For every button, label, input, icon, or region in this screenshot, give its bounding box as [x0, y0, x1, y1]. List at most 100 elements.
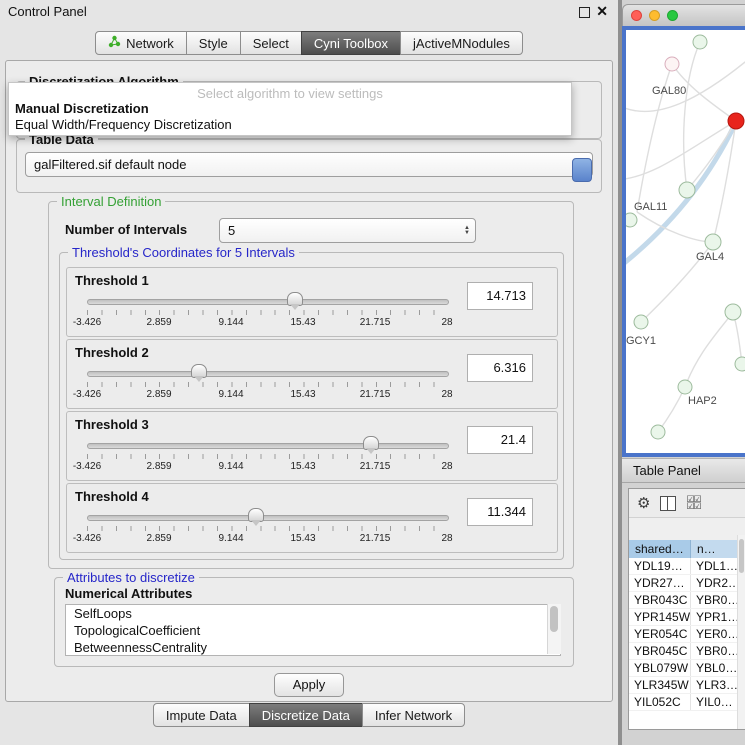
network-tab-icon — [108, 35, 121, 51]
table-row[interactable]: YBR043CYBR0… — [629, 592, 745, 609]
tab-discretize-data[interactable]: Discretize Data — [249, 703, 363, 727]
zoom-traffic-light-icon[interactable] — [667, 10, 678, 21]
network-node[interactable] — [735, 357, 745, 371]
algorithm-combo-fragment[interactable] — [572, 158, 592, 182]
threshold-value-field[interactable]: 6.316 — [467, 354, 533, 382]
slider-thumb-icon[interactable] — [248, 508, 264, 522]
threshold-label: Threshold 3 — [75, 417, 149, 432]
group-title: Interval Definition — [57, 194, 165, 209]
network-node-label: GCY1 — [626, 335, 656, 347]
tick-label: 9.144 — [218, 461, 243, 472]
slider-tick-labels: -3.4262.8599.14415.4321.71528 — [67, 389, 557, 402]
numerical-attributes-label: Numerical Attributes — [65, 586, 192, 601]
minimize-traffic-light-icon[interactable] — [649, 10, 660, 21]
control-panel-tabbar: Network Style Select Cyni Toolbox jActiv… — [0, 31, 618, 55]
network-node[interactable] — [728, 113, 744, 129]
checkbox-grid-icon[interactable]: ☑☑☑☑ — [686, 496, 700, 510]
threshold-slider[interactable] — [87, 371, 449, 377]
threshold-label: Threshold 2 — [75, 345, 149, 360]
network-canvas[interactable]: GAL80GAL11GAL4GCY1HAP2 — [626, 30, 745, 449]
tab-infer-network[interactable]: Infer Network — [362, 703, 465, 727]
table-row[interactable]: YIL052CYIL0… — [629, 694, 745, 711]
network-node[interactable] — [665, 57, 679, 71]
table-data-select[interactable]: galFiltered.sif default node ▲▼ — [25, 152, 593, 177]
network-node[interactable] — [626, 213, 637, 227]
slider-tick-labels: -3.4262.8599.14415.4321.71528 — [67, 533, 557, 546]
tick-label: 21.715 — [360, 389, 391, 400]
slider-thumb-icon[interactable] — [191, 364, 207, 378]
threshold-value-field[interactable]: 14.713 — [467, 282, 533, 310]
table-panel-window: ⚙ ☑☑☑☑ shared… n… YDL19…YDL1…YDR27…YDR2…… — [628, 488, 745, 730]
slider-ticks — [87, 310, 448, 315]
threshold-value-field[interactable]: 21.4 — [467, 426, 533, 454]
network-view-frame: GAL80GAL11GAL4GCY1HAP2 — [622, 26, 745, 457]
table-row[interactable]: YBR045CYBR0… — [629, 643, 745, 660]
float-window-icon[interactable] — [579, 7, 590, 18]
network-node[interactable] — [634, 315, 648, 329]
network-node[interactable] — [693, 35, 707, 49]
table-cell: YIL052C — [629, 694, 691, 710]
threshold-value-field[interactable]: 11.344 — [467, 498, 533, 526]
tab-label: Infer Network — [375, 708, 452, 723]
network-edge — [684, 42, 700, 190]
tick-label: 2.859 — [146, 317, 171, 328]
attribute-item[interactable]: BetweennessCentrality — [66, 639, 560, 656]
table-cell: YBR045C — [629, 643, 691, 659]
dropdown-hint: Select algorithm to view settings — [9, 86, 571, 101]
list-scrollbar[interactable] — [547, 604, 561, 654]
apply-button[interactable]: Apply — [274, 673, 344, 697]
selected-value: 5 — [220, 223, 459, 238]
stepper-arrows-icon: ▲▼ — [459, 226, 475, 236]
table-scrollbar[interactable] — [737, 535, 745, 729]
table-row[interactable]: YER054CYER0… — [629, 626, 745, 643]
tick-label: -3.426 — [73, 317, 101, 328]
dropdown-item-equal-width-frequency[interactable]: Equal Width/Frequency Discretization — [15, 117, 565, 132]
tab-cyni-toolbox[interactable]: Cyni Toolbox — [301, 31, 401, 55]
tick-label: 15.43 — [290, 461, 315, 472]
network-window-titlebar — [622, 4, 745, 26]
attribute-item[interactable]: SelfLoops — [66, 605, 560, 622]
slider-ticks — [87, 454, 448, 459]
table-row[interactable]: YLR345WYLR3… — [629, 677, 745, 694]
tab-network[interactable]: Network — [95, 31, 187, 55]
table-cell: YBR043C — [629, 592, 691, 608]
table-row[interactable]: YBL079WYBL0… — [629, 660, 745, 677]
group-title: Attributes to discretize — [63, 570, 199, 585]
threshold-slider[interactable] — [87, 443, 449, 449]
tick-label: 21.715 — [360, 461, 391, 472]
table-row[interactable]: YDL19…YDL1… — [629, 558, 745, 575]
network-node[interactable] — [679, 182, 695, 198]
close-traffic-light-icon[interactable] — [631, 10, 642, 21]
slider-thumb-icon[interactable] — [287, 292, 303, 306]
dropdown-item-manual-discretization[interactable]: Manual Discretization — [15, 101, 565, 116]
network-node[interactable] — [678, 380, 692, 394]
interval-definition-group: Interval Definition Number of Intervals … — [48, 201, 574, 569]
gear-icon[interactable]: ⚙ — [637, 496, 650, 511]
attribute-item[interactable]: TopologicalCoefficient — [66, 622, 560, 639]
threshold-slider[interactable] — [87, 515, 449, 521]
network-node[interactable] — [651, 425, 665, 439]
table-panel-titlebar[interactable]: Table Panel — [622, 458, 745, 483]
numerical-attributes-list[interactable]: SelfLoopsTopologicalCoefficientBetweenne… — [65, 604, 561, 656]
table-row[interactable]: YDR27…YDR2… — [629, 575, 745, 592]
table-cell: YDR27… — [629, 575, 691, 591]
tab-label: Style — [199, 36, 228, 51]
number-of-intervals-select[interactable]: 5 ▲▼ — [219, 218, 476, 243]
slider-ticks — [87, 382, 448, 387]
columns-icon[interactable] — [660, 496, 676, 511]
table-body: YDL19…YDL1…YDR27…YDR2…YBR043CYBR0…YPR145… — [629, 558, 745, 711]
tab-jactivemnodules[interactable]: jActiveMNodules — [400, 31, 523, 55]
tab-select[interactable]: Select — [240, 31, 302, 55]
threshold-slider[interactable] — [87, 299, 449, 305]
column-header-shared-name[interactable]: shared… — [629, 540, 691, 558]
table-row[interactable]: YPR145WYPR1… — [629, 609, 745, 626]
network-node[interactable] — [705, 234, 721, 250]
table-cell: YPR145W — [629, 609, 691, 625]
close-icon[interactable]: ✕ — [596, 3, 608, 20]
slider-thumb-icon[interactable] — [363, 436, 379, 450]
tick-label: 9.144 — [218, 317, 243, 328]
tick-label: 9.144 — [218, 533, 243, 544]
network-node[interactable] — [725, 304, 741, 320]
tab-style[interactable]: Style — [186, 31, 241, 55]
tab-impute-data[interactable]: Impute Data — [153, 703, 250, 727]
